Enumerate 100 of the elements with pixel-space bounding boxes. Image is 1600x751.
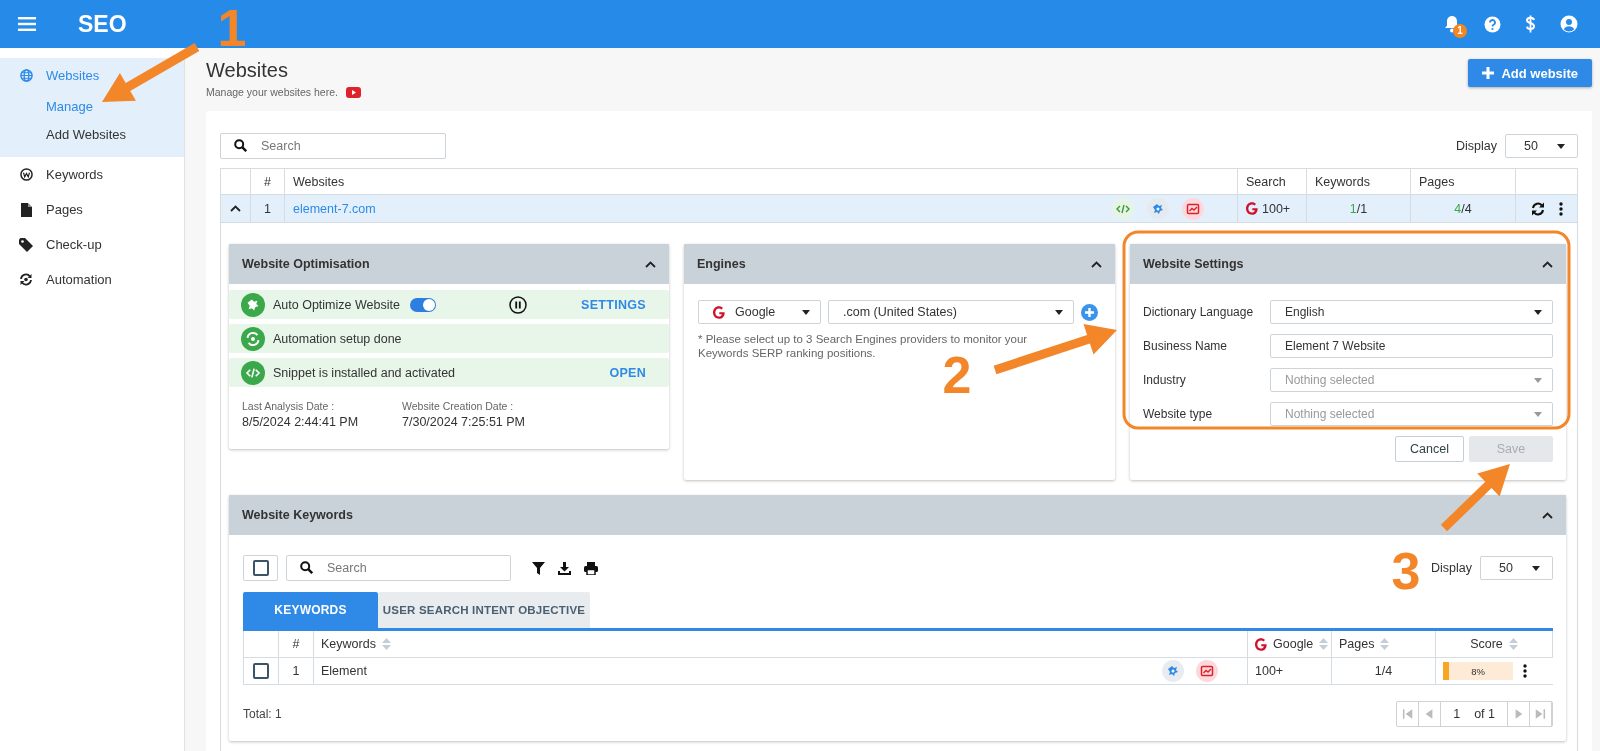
field-label: Business Name — [1143, 339, 1229, 353]
panel-header[interactable]: Website Optimisation — [229, 244, 669, 284]
tab[interactable]: KEYWORDS — [243, 592, 378, 628]
column-header[interactable]: Score — [1470, 637, 1503, 651]
chevron-up-icon[interactable] — [1091, 260, 1102, 268]
panel-header[interactable]: Engines — [684, 244, 1115, 284]
notification-badge: 1 — [1453, 24, 1467, 38]
table-cell: 4 — [1454, 201, 1462, 216]
pause-icon[interactable] — [508, 295, 527, 314]
checkbox[interactable] — [252, 560, 269, 576]
sidebar-item[interactable]: Automation — [0, 262, 184, 297]
status-text: Auto Optimize Website — [273, 297, 400, 312]
search-icon — [234, 139, 247, 152]
caret-icon — [1534, 411, 1542, 417]
status-text: Snippet is installed and activated — [273, 365, 456, 380]
toggle-switch[interactable] — [409, 297, 436, 312]
caret-icon — [1534, 309, 1542, 315]
panel-title: Engines — [697, 257, 746, 271]
add-website-button[interactable]: Add website — [1468, 59, 1592, 87]
more-icon[interactable] — [1558, 201, 1563, 216]
chevron-up-icon[interactable] — [230, 205, 241, 212]
column-header: # — [264, 174, 271, 189]
sidebar-subitem[interactable]: Add Websites — [0, 121, 184, 149]
print-icon[interactable] — [584, 561, 598, 575]
location-select[interactable]: .com (United States) — [828, 300, 1074, 324]
help-icon[interactable] — [1484, 15, 1501, 33]
column-header: Keywords — [1315, 174, 1370, 189]
google-icon — [1246, 202, 1258, 215]
more-icon[interactable] — [1523, 664, 1527, 678]
panel-title: Website Optimisation — [242, 257, 370, 271]
search-field[interactable]: Search — [286, 555, 511, 581]
caret-icon — [1534, 377, 1542, 383]
refresh-icon[interactable] — [1530, 201, 1545, 216]
page-number[interactable]: 1 — [1453, 707, 1461, 721]
sidebar-item[interactable]: Keywords — [0, 157, 184, 192]
panel-title: Website Keywords — [242, 508, 353, 522]
table-cell: /4 — [1461, 201, 1472, 216]
column-header: Pages — [1419, 174, 1455, 189]
field-label: Dictionary Language — [1143, 305, 1255, 319]
table-cell: 1 — [1349, 201, 1357, 216]
panel-header[interactable]: Website Keywords — [229, 495, 1566, 535]
checkbox[interactable] — [253, 663, 269, 679]
table-cell: 1 — [264, 201, 271, 216]
code-icon[interactable] — [1112, 197, 1134, 220]
chart-icon[interactable] — [1182, 197, 1204, 220]
action-button[interactable]: Cancel — [1395, 436, 1464, 462]
tab[interactable]: USER SEARCH INTENT OBJECTIVE — [378, 592, 590, 628]
add-circle-icon[interactable] — [1081, 303, 1098, 321]
display-label: Display — [1431, 561, 1472, 575]
caret-icon — [802, 309, 810, 315]
panel-header[interactable]: Website Settings — [1130, 244, 1566, 284]
field-label: Website type — [1143, 407, 1214, 421]
search-field[interactable]: Search — [220, 133, 446, 159]
field-label: Industry — [1143, 373, 1187, 387]
menu-icon[interactable] — [18, 17, 36, 31]
table-cell: 100+ — [1255, 664, 1284, 678]
input-field[interactable]: Element 7 Website — [1270, 334, 1553, 358]
user-icon[interactable] — [1560, 15, 1578, 33]
app-title: SEO — [78, 10, 127, 38]
select-field[interactable]: English — [1270, 300, 1553, 324]
table-cell: 100+ — [1262, 201, 1291, 216]
column-header: Search — [1246, 174, 1286, 189]
letter-circle-icon — [19, 168, 33, 181]
search-icon — [300, 561, 313, 574]
column-header[interactable]: Google — [1273, 637, 1314, 651]
cycle-icon — [19, 273, 33, 286]
page-title: Websites — [206, 58, 289, 82]
table-cell: 1 — [292, 664, 300, 678]
tag-icon — [19, 237, 33, 252]
code-icon — [241, 360, 265, 385]
page-size-select[interactable]: 50 — [1505, 134, 1578, 158]
document-icon — [20, 202, 32, 217]
filter-icon[interactable] — [532, 561, 545, 575]
column-header[interactable]: Keywords — [321, 637, 376, 651]
sidebar-item[interactable]: Check-up — [0, 227, 184, 262]
page-count: of 1 — [1474, 707, 1495, 721]
chevron-up-icon[interactable] — [645, 260, 656, 268]
video-icon — [345, 86, 361, 98]
date-label: Last Analysis Date : — [242, 400, 336, 412]
sidebar-item[interactable]: Pages — [0, 192, 184, 227]
annotation-number: 1 — [217, 0, 247, 57]
dollar-icon[interactable] — [1525, 15, 1536, 33]
status-text: Automation setup done — [273, 331, 402, 346]
download-icon[interactable] — [558, 561, 571, 575]
score-value: 8% — [1471, 665, 1485, 677]
chevron-up-icon[interactable] — [1542, 260, 1553, 268]
display-label: Display — [1456, 139, 1497, 153]
annotation-number: 3 — [1391, 542, 1421, 600]
caret-icon — [1532, 565, 1540, 571]
column-header[interactable]: Pages — [1339, 637, 1375, 651]
caret-icon — [1557, 143, 1565, 149]
chart-icon[interactable] — [1196, 660, 1218, 682]
date-value: 7/30/2024 7:25:51 PM — [402, 415, 526, 429]
chevron-up-icon[interactable] — [1542, 511, 1553, 519]
date-label: Website Creation Date : — [402, 400, 515, 412]
total-count: Total: 1 — [243, 707, 282, 721]
globe-icon — [19, 69, 33, 82]
engine-select[interactable]: Google — [698, 300, 821, 324]
plus-icon — [1482, 67, 1495, 79]
page-size-select[interactable]: 50 — [1480, 556, 1553, 580]
